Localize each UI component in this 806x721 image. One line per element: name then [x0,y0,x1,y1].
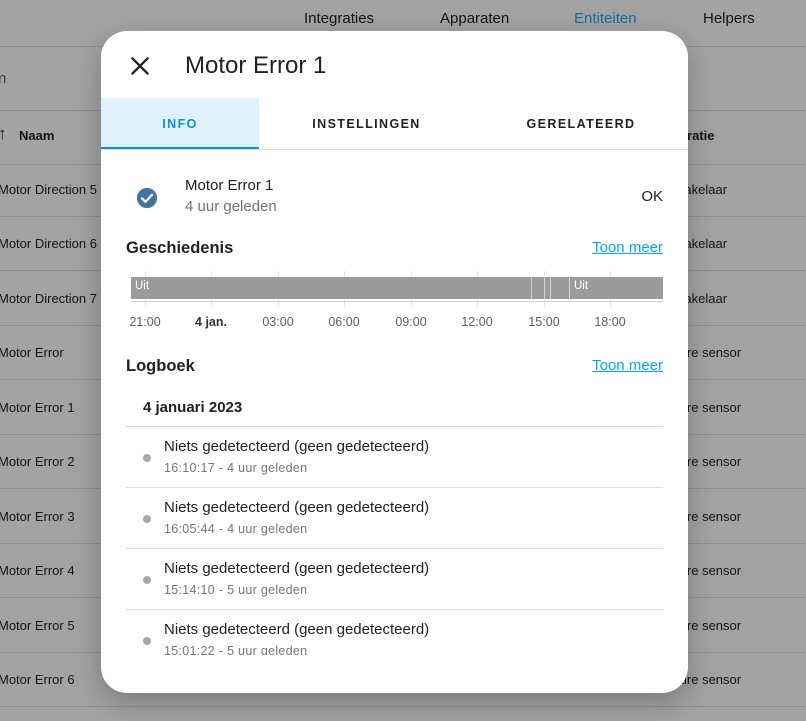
row-name: Motor Error [0,345,64,360]
timeline-axis [131,301,663,302]
tab-integraties[interactable]: Integraties [304,10,374,27]
logbook-entry-time: 15:14:10 - 5 uur geleden [164,583,308,597]
bullet-dot-icon [143,637,151,645]
timeline-tick-label: 21:00 [129,315,161,329]
row-integration: Binaire sensor [672,563,742,578]
logbook-list[interactable]: Niets gedetecteerd (geen gedetecteerd) 1… [101,417,688,655]
timeline-tick-label: 18:00 [594,315,626,329]
logbook-date-heading: 4 januari 2023 [143,399,243,416]
divider [126,548,663,549]
row-name: Motor Error 4 [0,563,75,578]
logbook-entry-message: Niets gedetecteerd (geen gedetecteerd) [164,560,430,577]
logbook-title: Logboek [126,357,195,375]
timeline-segment-label: Uit [574,280,589,292]
logbook-entry-time: 16:10:17 - 4 uur geleden [164,461,308,475]
divider [126,609,663,610]
divider [126,487,663,488]
timeline-separator [550,277,551,299]
row-name: Motor Error 6 [0,672,75,687]
bullet-dot-icon [143,576,151,584]
timeline-separator [531,277,532,299]
row-integration: Schakelaar [672,236,728,251]
row-integration: Schakelaar [672,182,728,197]
divider [126,426,663,427]
logbook-entry-time: 16:05:44 - 4 uur geleden [164,522,308,536]
logbook-show-more-link[interactable]: Toon meer [592,357,663,374]
logbook-entry-message: Niets gedetecteerd (geen gedetecteerd) [164,621,430,638]
sort-arrow-up-icon[interactable]: ↑ [0,124,7,144]
row-name: Motor Error 3 [0,509,75,524]
entity-name: Motor Error 1 [185,177,274,194]
timeline-tick-label: 4 jan. [195,315,227,329]
entity-dialog: Motor Error 1 INFO INSTELLINGEN GERELATE… [101,31,688,693]
history-title: Geschiedenis [126,239,234,257]
timeline-tick-label: 06:00 [328,315,360,329]
timeline-separator [544,277,545,299]
row-name: Motor Error 2 [0,454,75,469]
timeline-segment-label: Uit [135,280,150,292]
tab-entiteiten[interactable]: Entiteiten [570,10,641,40]
search-input[interactable]: n [0,70,6,87]
tab-apparaten[interactable]: Apparaten [440,10,509,27]
row-integration: Binaire sensor [672,400,742,415]
tab-helpers[interactable]: Helpers [703,10,755,27]
row-integration: Schakelaar [672,291,728,306]
row-integration: Binaire sensor [672,454,742,469]
timeline-tick-label: 03:00 [262,315,294,329]
tab-gerelateerd[interactable]: GERELATEERD [474,98,688,148]
row-name: Motor Direction 5 [0,182,97,197]
entity-last-changed: 4 uur geleden [185,198,277,215]
timeline-tick-label: 12:00 [461,315,493,329]
history-show-more-link[interactable]: Toon meer [592,239,663,256]
row-integration: Binaire sensor [672,618,742,633]
logbook-entry-message: Niets gedetecteerd (geen gedetecteerd) [164,499,430,516]
close-icon[interactable] [127,53,153,79]
timeline-tick-label: 09:00 [395,315,427,329]
logbook-entry-message: Niets gedetecteerd (geen gedetecteerd) [164,438,430,455]
row-name: Motor Direction 7 [0,291,97,306]
row-name: Motor Direction 6 [0,236,97,251]
tab-instellingen[interactable]: INSTELLINGEN [259,98,474,148]
timeline-bar[interactable]: Uit Uit [131,277,663,299]
bullet-dot-icon [143,454,151,462]
dialog-tabbar: INFO INSTELLINGEN GERELATEERD [101,98,688,150]
timeline-tick-label: 15:00 [528,315,560,329]
row-integration: Binaire sensor [672,345,742,360]
column-header-name[interactable]: Naam [19,128,54,143]
row-name: Motor Error 1 [0,400,75,415]
dialog-title: Motor Error 1 [185,52,327,79]
row-integration: Binaire sensor [672,509,742,524]
tab-info[interactable]: INFO [101,98,259,149]
check-circle-icon [136,187,158,209]
entity-state: OK [641,188,663,205]
bullet-dot-icon [143,515,151,523]
row-integration: Binaire sensor [672,672,742,687]
logbook-entry-time: 15:01:22 - 5 uur geleden [164,644,308,655]
row-name: Motor Error 5 [0,618,75,633]
timeline-separator [569,277,570,299]
divider [0,706,806,707]
